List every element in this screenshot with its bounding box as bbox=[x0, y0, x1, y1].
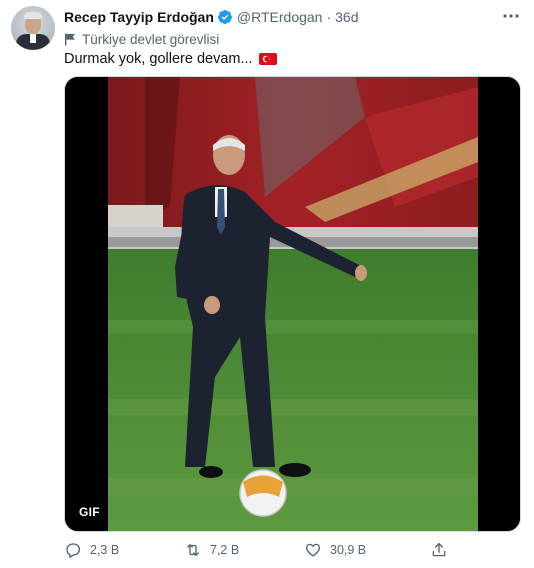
share-icon bbox=[432, 542, 446, 557]
share-button[interactable] bbox=[430, 540, 456, 560]
like-count: 30,9 B bbox=[330, 543, 367, 557]
like-button[interactable]: 30,9 B bbox=[304, 540, 366, 560]
turkey-flag-emoji bbox=[258, 53, 277, 65]
flag-label-icon bbox=[65, 33, 75, 45]
avatar[interactable] bbox=[11, 6, 55, 50]
gif-badge: GIF bbox=[73, 502, 106, 522]
reply-icon bbox=[66, 543, 81, 558]
timestamp[interactable]: 36d bbox=[335, 9, 358, 25]
retweet-icon bbox=[187, 544, 199, 556]
tweet-actions: 2,3 B 7,2 B 30,9 B bbox=[64, 540, 504, 560]
separator-dot: · bbox=[326, 9, 332, 25]
handle[interactable]: @RTErdogan bbox=[237, 9, 323, 25]
tweet-text-body: Durmak yok, gollere devam... bbox=[64, 51, 253, 67]
tweet-card[interactable]: Recep Tayyip Erdoğan @RTErdogan · 36d Tü… bbox=[0, 0, 534, 568]
retweet-count: 7,2 B bbox=[210, 543, 240, 557]
verified-badge-icon bbox=[217, 9, 233, 25]
tweet-header: Recep Tayyip Erdoğan @RTErdogan · 36d bbox=[64, 8, 359, 26]
more-dots-icon[interactable] bbox=[502, 9, 520, 23]
account-label[interactable]: Türkiye devlet görevlisi bbox=[64, 30, 219, 48]
heart-icon bbox=[305, 543, 321, 557]
tweet-media-gif[interactable]: GIF bbox=[64, 76, 521, 532]
display-name[interactable]: Recep Tayyip Erdoğan bbox=[64, 9, 214, 25]
account-label-text: Türkiye devlet görevlisi bbox=[82, 31, 220, 47]
retweet-button[interactable]: 7,2 B bbox=[184, 540, 239, 560]
tweet-text: Durmak yok, gollere devam... bbox=[64, 49, 277, 69]
reply-count: 2,3 B bbox=[90, 543, 120, 557]
reply-button[interactable]: 2,3 B bbox=[64, 540, 119, 560]
